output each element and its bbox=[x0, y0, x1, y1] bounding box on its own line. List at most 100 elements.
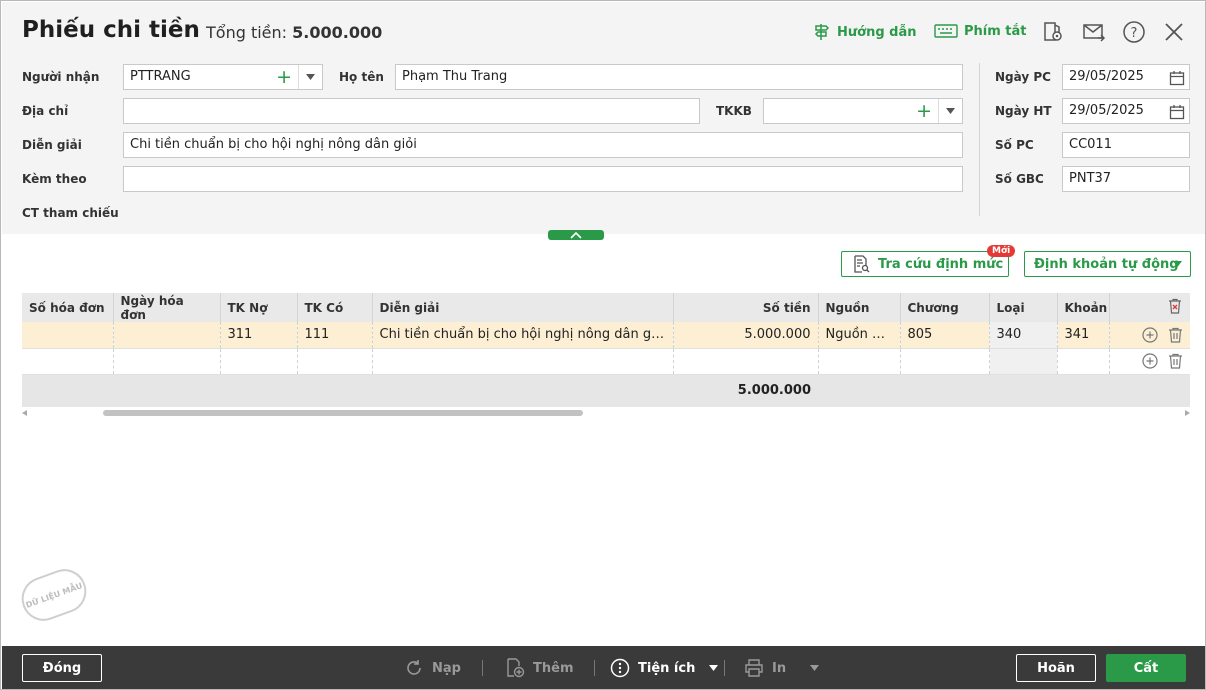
cell-empty[interactable] bbox=[220, 348, 298, 375]
cell-item[interactable]: 341 bbox=[1057, 322, 1110, 349]
footer-bar: Đóng Nạp Thêm Tiện ích In Hoãn Cất bbox=[2, 646, 1205, 689]
add-row-icon[interactable] bbox=[1142, 327, 1158, 343]
name-field[interactable]: Phạm Thu Trang bbox=[395, 64, 963, 90]
email-icon[interactable] bbox=[1081, 19, 1107, 45]
col-credit[interactable]: TK Có bbox=[297, 293, 373, 322]
date-pc-value: 29/05/2025 bbox=[1069, 69, 1144, 84]
sum-amount: 5.000.000 bbox=[673, 374, 818, 407]
cell-credit[interactable]: 111 bbox=[297, 322, 373, 349]
utility-menu[interactable]: Tiện ích bbox=[610, 658, 719, 678]
reload-label: Nạp bbox=[432, 660, 461, 676]
cell-invoice-no[interactable] bbox=[22, 322, 114, 349]
calendar-icon[interactable] bbox=[1169, 70, 1185, 86]
ref-label[interactable]: CT tham chiếu bbox=[22, 206, 119, 220]
col-type[interactable]: Loại bbox=[989, 293, 1058, 322]
date-ht-value: 29/05/2025 bbox=[1069, 103, 1144, 118]
cell-amount[interactable]: 5.000.000 bbox=[673, 322, 819, 349]
cell-empty[interactable] bbox=[989, 348, 1058, 375]
add-row-icon[interactable] bbox=[1142, 353, 1158, 369]
address-field[interactable] bbox=[123, 98, 700, 124]
col-debit[interactable]: TK Nợ bbox=[220, 293, 298, 322]
col-invoice-no[interactable]: Số hóa đơn bbox=[22, 293, 114, 322]
delete-all-icon[interactable] bbox=[1167, 298, 1183, 314]
recipient-value: PTTRANG bbox=[130, 69, 191, 84]
col-source[interactable]: Nguồn bbox=[818, 293, 901, 322]
recipient-combo[interactable]: PTTRANG + bbox=[123, 64, 323, 90]
add-tkkb-icon[interactable]: + bbox=[916, 99, 932, 123]
chevron-down-icon[interactable] bbox=[298, 65, 322, 89]
table-row[interactable] bbox=[22, 348, 1190, 375]
lookup-label: Tra cứu định mức bbox=[878, 256, 1004, 272]
reload-button[interactable]: Nạp bbox=[404, 658, 461, 678]
address-label: Địa chỉ bbox=[22, 104, 69, 118]
close-button[interactable]: Đóng bbox=[22, 654, 102, 682]
save-button[interactable]: Cất bbox=[1106, 654, 1186, 682]
tkkb-label: TKKB bbox=[716, 104, 752, 118]
cell-empty[interactable] bbox=[113, 348, 221, 375]
chevron-down-icon[interactable] bbox=[938, 99, 962, 123]
voucher-window: Phiếu chi tiền Tổng tiền: 5.000.000 Hướn… bbox=[0, 0, 1206, 690]
table-row[interactable]: 311 111 Chi tiền chuẩn bị cho hội nghị n… bbox=[22, 322, 1190, 349]
cell-type[interactable]: 340 bbox=[989, 322, 1058, 349]
calendar-icon[interactable] bbox=[1169, 104, 1185, 120]
chevron-down-icon[interactable] bbox=[810, 665, 820, 671]
cell-description[interactable]: Chi tiền chuẩn bị cho hội nghị nông dân … bbox=[372, 322, 674, 349]
cell-empty[interactable] bbox=[900, 348, 990, 375]
scrollbar-thumb[interactable] bbox=[103, 410, 583, 416]
cell-empty[interactable] bbox=[673, 348, 819, 375]
print-button[interactable]: In bbox=[744, 658, 820, 678]
cell-chapter[interactable]: 805 bbox=[900, 322, 990, 349]
auto-posting-label: Định khoản tự động bbox=[1034, 256, 1179, 272]
so-pc-field[interactable]: CC011 bbox=[1062, 132, 1190, 158]
lookup-norm-button[interactable]: Tra cứu định mức bbox=[841, 251, 1009, 277]
col-description[interactable]: Diễn giải bbox=[372, 293, 674, 322]
refresh-icon bbox=[407, 660, 421, 675]
horizontal-scrollbar[interactable] bbox=[22, 408, 1190, 418]
printer-icon bbox=[745, 659, 763, 677]
col-amount[interactable]: Số tiền bbox=[673, 293, 819, 322]
col-chapter[interactable]: Chương bbox=[900, 293, 990, 322]
col-invoice-date[interactable]: Ngày hóa đơn bbox=[113, 293, 221, 322]
so-gbc-label: Số GBC bbox=[995, 172, 1044, 186]
close-icon[interactable] bbox=[1161, 19, 1187, 45]
collapse-header-button[interactable] bbox=[548, 230, 604, 240]
date-ht-field[interactable]: 29/05/2025 bbox=[1062, 98, 1190, 124]
desc-field[interactable]: Chi tiền chuẩn bị cho hội nghị nông dân … bbox=[123, 132, 963, 158]
cell-empty[interactable] bbox=[372, 348, 674, 375]
col-item[interactable]: Khoản bbox=[1057, 293, 1110, 322]
chevron-up-icon bbox=[570, 231, 582, 239]
cell-debit[interactable]: 311 bbox=[220, 322, 298, 349]
cell-invoice-date[interactable] bbox=[113, 322, 221, 349]
row-actions bbox=[1109, 348, 1190, 375]
date-pc-field[interactable]: 29/05/2025 bbox=[1062, 64, 1190, 90]
add-recipient-icon[interactable]: + bbox=[276, 65, 292, 89]
row-actions bbox=[1109, 322, 1190, 349]
add-button[interactable]: Thêm bbox=[505, 658, 574, 678]
chevron-down-icon[interactable] bbox=[1173, 261, 1182, 267]
so-gbc-field[interactable]: PNT37 bbox=[1062, 166, 1190, 192]
trash-icon[interactable] bbox=[1168, 353, 1183, 369]
help-icon[interactable]: ? bbox=[1121, 19, 1147, 45]
preview-icon[interactable] bbox=[1040, 19, 1066, 45]
cell-empty[interactable] bbox=[22, 348, 114, 375]
name-label: Họ tên bbox=[339, 70, 384, 84]
cell-empty[interactable] bbox=[818, 348, 901, 375]
scroll-right-icon[interactable] bbox=[1185, 410, 1190, 416]
auto-posting-button[interactable]: Định khoản tự động bbox=[1024, 251, 1191, 277]
scroll-left-icon[interactable] bbox=[22, 410, 27, 416]
guide-link[interactable]: Hướng dẫn bbox=[813, 23, 917, 41]
total-label: Tổng tiền: bbox=[206, 23, 288, 42]
cell-empty[interactable] bbox=[1057, 348, 1110, 375]
svg-text:?: ? bbox=[1131, 26, 1138, 41]
cancel-button[interactable]: Hoãn bbox=[1016, 654, 1096, 682]
recipient-label: Người nhận bbox=[22, 70, 100, 84]
cell-empty[interactable] bbox=[297, 348, 373, 375]
guide-label: Hướng dẫn bbox=[837, 24, 917, 40]
tkkb-combo[interactable]: + bbox=[763, 98, 963, 124]
separator bbox=[724, 660, 725, 676]
shortcuts-link[interactable]: Phím tắt bbox=[934, 23, 1027, 39]
grid-header: Số hóa đơn Ngày hóa đơn TK Nợ TK Có Diễn… bbox=[22, 293, 1190, 322]
cell-source[interactable]: Nguồn n... bbox=[818, 322, 901, 349]
trash-icon[interactable] bbox=[1168, 327, 1183, 343]
attach-field[interactable] bbox=[123, 166, 963, 192]
